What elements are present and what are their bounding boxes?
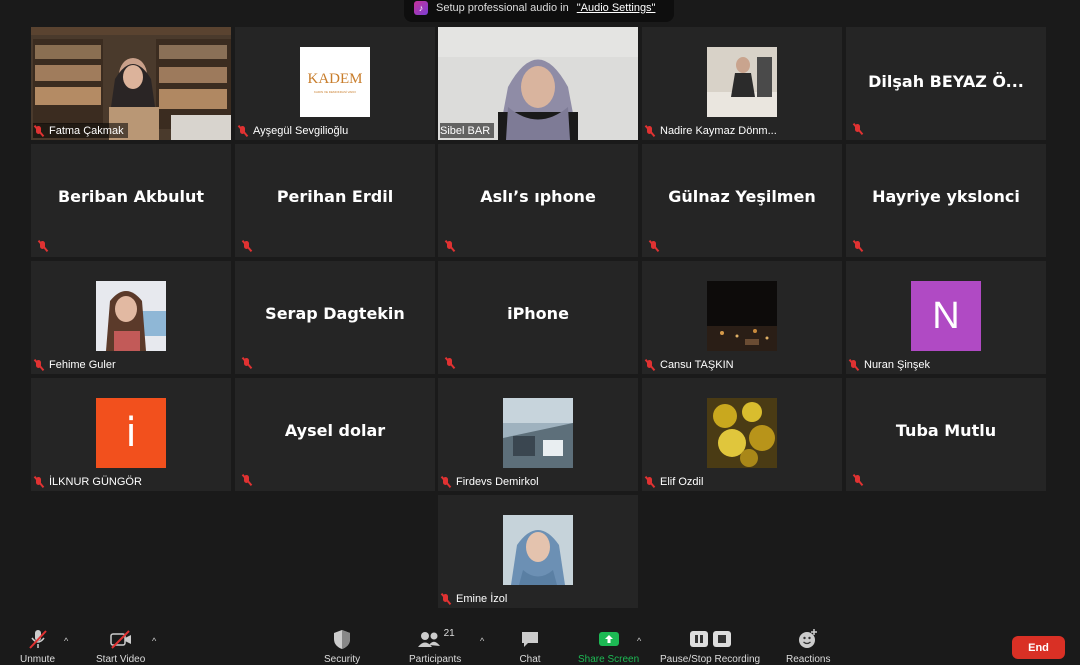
participant-tile-fehime[interactable]: Fehime Guler [31, 261, 231, 374]
mic-muted-icon [33, 125, 45, 137]
participants-button[interactable]: 21 Participants [409, 628, 461, 665]
participant-avatar-photo [707, 281, 777, 351]
mic-muted-icon [644, 125, 656, 137]
participant-name: Firdevs Demirkol [440, 474, 539, 489]
participant-display-name: Perihan Erdil [276, 187, 394, 206]
participant-name: Nadire Kaymaz Dönm... [644, 123, 777, 138]
participant-tile-firdevs[interactable]: Firdevs Demirkol [438, 378, 638, 491]
mic-muted-icon [848, 359, 860, 371]
smiley-plus-icon [797, 628, 819, 650]
chat-icon [519, 628, 541, 650]
participant-tile-dilsah[interactable]: Dilşah BEYAZ Ö... [846, 27, 1046, 140]
stop-icon [712, 631, 731, 647]
music-note-icon: ♪ [414, 1, 428, 15]
participant-name: İLKNUR GÜNGÖR [33, 474, 142, 489]
participant-tile-iphone[interactable]: iPhone [438, 261, 638, 374]
participant-display-name: Beriban Akbulut [57, 187, 205, 206]
participant-avatar-photo [707, 398, 777, 468]
participant-tile-emine[interactable]: Emine İzol [438, 495, 638, 608]
participants-count: 21 [443, 628, 455, 639]
audio-settings-banner: ♪ Setup professional audio in "Audio Set… [404, 0, 674, 22]
participant-display-name: Serap Dagtekin [265, 304, 405, 323]
participant-avatar-photo [503, 515, 573, 585]
mic-muted-icon [37, 240, 49, 252]
mic-muted-icon [241, 357, 253, 369]
initial-avatar: i [96, 398, 166, 468]
mic-muted-icon [644, 476, 656, 488]
participant-tile-aysel[interactable]: Aysel dolar [235, 378, 435, 491]
participant-tile-ilknur[interactable]: i İLKNUR GÜNGÖR [31, 378, 231, 491]
start-video-button[interactable]: Start Video [96, 628, 145, 665]
participant-display-name: Aslı’s ıphone [480, 187, 596, 206]
participant-display-name: iPhone [507, 304, 569, 323]
participant-tile-cansu[interactable]: Cansu TAŞKIN [642, 261, 842, 374]
end-meeting-button[interactable]: End [1012, 636, 1065, 659]
participant-tile-nuran[interactable]: N Nuran Şinşek [846, 261, 1046, 374]
share-screen-button[interactable]: Share Screen [578, 628, 639, 665]
mic-muted-icon [852, 240, 864, 252]
mic-muted-icon [648, 240, 660, 252]
mic-muted-icon [852, 474, 864, 486]
video-options-chevron-icon[interactable]: ^ [152, 636, 156, 646]
participant-name: Cansu TAŞKIN [644, 357, 734, 372]
participant-avatar-photo [96, 281, 166, 351]
mic-muted-icon [644, 359, 656, 371]
audio-options-chevron-icon[interactable]: ^ [64, 636, 68, 646]
meeting-toolbar: Unmute ^ Start Video ^ Security 21 Parti… [0, 622, 1080, 665]
security-button[interactable]: Security [324, 628, 360, 665]
participant-tile-perihan[interactable]: Perihan Erdil [235, 144, 435, 257]
mic-muted-icon [444, 357, 456, 369]
mic-muted-icon [444, 240, 456, 252]
mic-off-icon [27, 628, 49, 650]
participant-tile-aysegul[interactable]: KADEM KADIN VE DEMOKRASİ VAKFI Ayşegül S… [235, 27, 435, 140]
participant-tile-hayriye[interactable]: Hayriye ykslonci [846, 144, 1046, 257]
participant-tile-elif[interactable]: Elif Ozdil [642, 378, 842, 491]
share-options-chevron-icon[interactable]: ^ [637, 636, 641, 646]
mic-muted-icon [852, 123, 864, 135]
share-screen-icon [598, 628, 620, 650]
mic-muted-icon [440, 476, 452, 488]
mic-muted-icon [241, 474, 253, 486]
participant-name: Emine İzol [440, 591, 507, 606]
banner-text: Setup professional audio in [436, 2, 569, 14]
participant-tile-nadire[interactable]: Nadire Kaymaz Dönm... [642, 27, 842, 140]
participant-tile-asli[interactable]: Aslı’s ıphone [438, 144, 638, 257]
pause-stop-recording-button[interactable]: Pause/Stop Recording [660, 628, 760, 665]
participant-name: Sibel BAR [440, 123, 495, 138]
participant-display-name: Aysel dolar [284, 421, 386, 440]
participant-tile-gulnaz[interactable]: Gülnaz Yeşilmen [642, 144, 842, 257]
shield-icon [332, 628, 352, 650]
video-off-icon [109, 628, 133, 650]
participant-name: Nuran Şinşek [848, 357, 930, 372]
participant-tile-fatma[interactable]: Fatma Çakmak [31, 27, 231, 140]
reactions-button[interactable]: Reactions [786, 628, 830, 665]
participant-tile-tuba[interactable]: Tuba Mutlu [846, 378, 1046, 491]
participant-display-name: Hayriye ykslonci [872, 187, 1020, 206]
mic-muted-icon [440, 593, 452, 605]
chat-button[interactable]: Chat [519, 628, 541, 665]
mic-muted-icon [241, 240, 253, 252]
participants-options-chevron-icon[interactable]: ^ [480, 636, 484, 646]
pause-icon [689, 631, 708, 647]
participant-name: Fatma Çakmak [33, 123, 128, 138]
participant-avatar-photo [503, 398, 573, 468]
unmute-button[interactable]: Unmute [20, 628, 55, 665]
participants-icon: 21 [416, 628, 455, 650]
participant-avatar-photo [707, 47, 777, 117]
participant-display-name: Dilşah BEYAZ Ö... [868, 72, 1024, 91]
kadem-logo-avatar: KADEM KADIN VE DEMOKRASİ VAKFI [300, 47, 370, 117]
mic-muted-icon [33, 476, 45, 488]
initial-avatar: N [911, 281, 981, 351]
participant-tile-sibel-active-speaker[interactable]: Sibel BAR [438, 27, 638, 140]
participant-tile-serap[interactable]: Serap Dagtekin [235, 261, 435, 374]
audio-settings-link[interactable]: "Audio Settings" [577, 2, 656, 14]
participant-name: Fehime Guler [33, 357, 116, 372]
participant-display-name: Tuba Mutlu [895, 421, 997, 440]
participant-tile-beriban[interactable]: Beriban Akbulut [31, 144, 231, 257]
participant-display-name: Gülnaz Yeşilmen [668, 187, 816, 206]
mic-muted-icon [237, 125, 249, 137]
participant-name: Ayşegül Sevgilioğlu [237, 123, 348, 138]
participant-name: Elif Ozdil [644, 474, 703, 489]
mic-muted-icon [33, 359, 45, 371]
